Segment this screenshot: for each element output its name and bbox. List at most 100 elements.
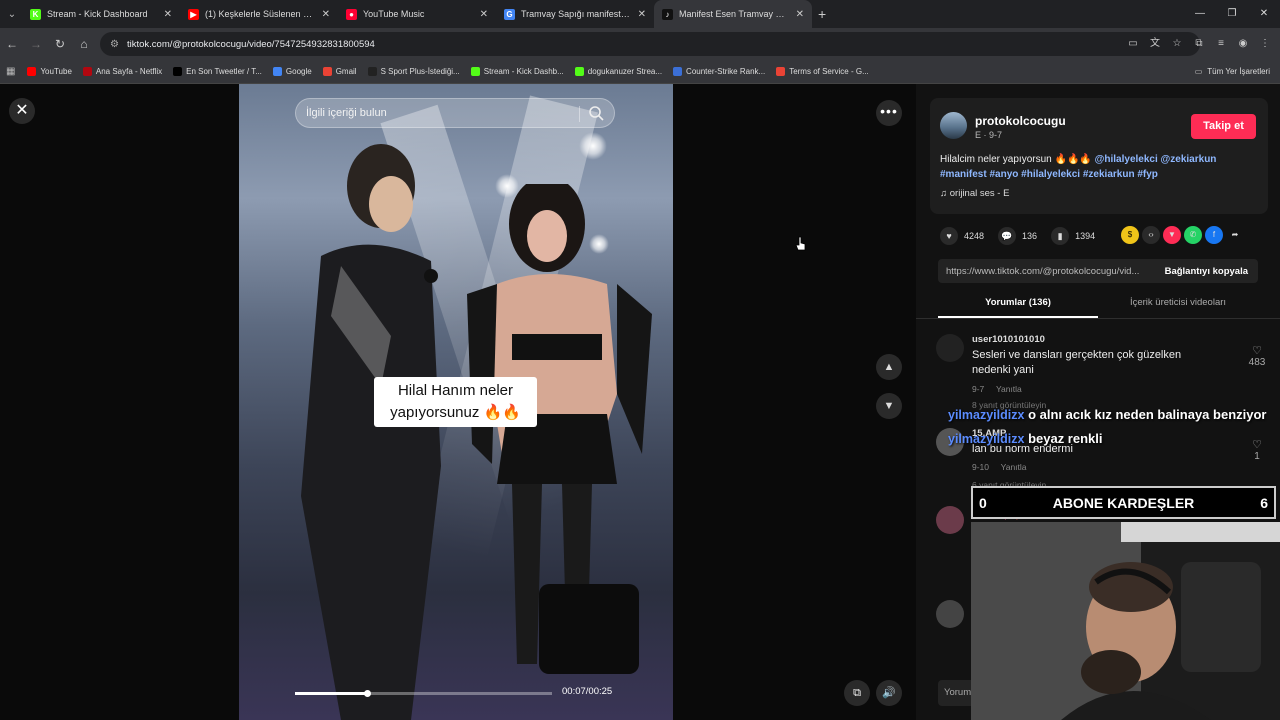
bookmark-favicon-icon <box>82 67 92 76</box>
chat-nick: yilmazyildizx <box>948 432 1025 446</box>
sound-link[interactable]: ♫ orijinal ses - E <box>940 188 1009 199</box>
close-tab-icon[interactable]: ✕ <box>322 9 330 20</box>
streamer-webcam <box>971 522 1280 720</box>
tab-favicon-icon: ▶ <box>188 8 199 20</box>
share-link[interactable]: https://www.tiktok.com/@protokolcocugu/v… <box>938 266 1155 277</box>
bookmark-item[interactable]: S Sport Plus-İstediği... <box>367 67 460 76</box>
bookmark-star-icon[interactable]: ☆ <box>1168 32 1186 56</box>
close-icon[interactable]: ✕ <box>9 98 35 124</box>
chevron-up-icon[interactable]: ▲ <box>876 354 902 380</box>
hashtags[interactable]: #manifest #anyo #hilalyelekci #zekiarkun… <box>940 169 1158 180</box>
bookmark-item[interactable]: Stream - Kick Dashb... <box>470 67 564 76</box>
facebook-icon[interactable]: f <box>1205 226 1223 244</box>
comment-text: Sesleri ve dansları gerçekten çok güzelk… <box>972 349 1182 376</box>
close-tab-icon[interactable]: ✕ <box>480 9 488 20</box>
browser-tab[interactable]: G Tramvay Sapığı manifest - Goog... ✕ <box>496 0 654 28</box>
bookmark-item[interactable]: Ana Sayfa - Netflix <box>82 67 162 76</box>
apps-icon[interactable]: ▦ <box>6 66 15 77</box>
address-bar: ← → ↻ ⌂ ⚙ tiktok.com/@protokolcocugu/vid… <box>0 28 1280 60</box>
bookmark-label: En Son Tweetler / T... <box>186 67 262 76</box>
menu-icon[interactable]: ⋮ <box>1256 32 1274 56</box>
link-row: https://www.tiktok.com/@protokolcocugu/v… <box>938 259 1258 283</box>
webcam-overlay <box>971 522 1280 720</box>
close-tab-icon[interactable]: ✕ <box>796 9 804 20</box>
tab-title: Manifest Esen Tramvay Olay... <box>679 9 790 19</box>
embed-icon[interactable]: ‹› <box>1142 226 1160 244</box>
url-text: tiktok.com/@protokolcocugu/video/7547254… <box>126 38 375 50</box>
share-arrow-icon[interactable]: ➦ <box>1226 226 1244 244</box>
bookmark-item[interactable]: Gmail <box>322 67 357 76</box>
bookmark-item[interactable]: En Son Tweetler / T... <box>173 67 262 76</box>
tab-search-icon[interactable]: ⌄ <box>2 4 22 24</box>
minimize-icon[interactable]: — <box>1184 0 1216 28</box>
like-button[interactable]: ♥ 4248 <box>940 227 984 245</box>
progress-knob[interactable] <box>363 690 371 697</box>
tab-creator-videos[interactable]: İçerik üreticisi videoları <box>1098 292 1258 318</box>
site-info-icon[interactable]: ⚙ <box>110 39 119 50</box>
reply-button[interactable]: Yanıtla <box>1001 462 1027 472</box>
new-tab-icon[interactable]: + <box>818 6 826 22</box>
bookmarks-bar: ▦ YouTube Ana Sayfa - Netflix En Son Tweet… <box>0 60 1280 84</box>
subscriber-goal-banner: 0 ABONE KARDEŞLER 6 <box>971 486 1276 519</box>
bookmark-item[interactable]: Google <box>272 67 312 76</box>
video-viewer: ✕ İlgili içeriği bulun Hilal Hanım neler… <box>0 84 916 720</box>
browser-tab[interactable]: ● YouTube Music ✕ <box>338 0 496 28</box>
close-tab-icon[interactable]: ✕ <box>638 9 646 20</box>
bookmark-item[interactable]: Terms of Service - G... <box>776 67 869 76</box>
bookmark-icon: ▮ <box>1051 227 1070 245</box>
tab-favicon-icon: ● <box>346 8 357 20</box>
comment-button[interactable]: 💬 136 <box>998 227 1037 245</box>
avatar[interactable] <box>936 334 964 362</box>
send-icon[interactable]: ▼ <box>1163 226 1181 244</box>
reload-icon[interactable]: ↻ <box>48 37 72 51</box>
close-tab-icon[interactable]: ✕ <box>164 9 172 20</box>
mentions[interactable]: @hilalyelekci @zekiarkun <box>1095 154 1217 165</box>
chat-message: yilmazyildizx o alnı acık kız neden bali… <box>948 403 1278 427</box>
reply-button[interactable]: Yanıtla <box>996 384 1022 394</box>
video-search-field[interactable]: İlgili içeriği bulun <box>295 98 615 128</box>
profile-icon[interactable]: ◉ <box>1234 32 1252 56</box>
browser-tab[interactable]: ♪ Manifest Esen Tramvay Olay... ✕ <box>654 0 812 28</box>
tab-comments[interactable]: Yorumlar (136) <box>938 292 1098 318</box>
all-bookmarks[interactable]: ▭ Tüm Yer İşaretleri <box>1195 67 1270 76</box>
save-button[interactable]: ▮ 1394 <box>1051 227 1095 245</box>
bookmark-favicon-icon <box>173 67 183 76</box>
avatar[interactable] <box>936 600 964 628</box>
follow-button[interactable]: Takip et <box>1191 114 1256 139</box>
forward-icon[interactable]: → <box>24 37 48 51</box>
volume-icon[interactable]: 🔊 <box>876 680 902 706</box>
browser-tab[interactable]: ▶ (1) Keşkelerle Süslenen Sonbaha... ✕ <box>180 0 338 28</box>
chevron-down-icon[interactable]: ▼ <box>876 393 902 419</box>
comment-like[interactable]: ♡ 483 <box>1246 344 1268 368</box>
avatar[interactable] <box>936 506 964 534</box>
comment-date: 9-7 <box>972 384 985 394</box>
url-field[interactable]: ⚙ tiktok.com/@protokolcocugu/video/75472… <box>100 32 1200 56</box>
heart-icon: ♥ <box>940 227 958 245</box>
bookmark-item[interactable]: dogukanuzer Strea... <box>574 67 662 76</box>
more-options-icon[interactable]: ••• <box>876 100 902 126</box>
coin-icon[interactable]: $ <box>1121 226 1139 244</box>
whatsapp-icon[interactable]: ✆ <box>1184 226 1202 244</box>
bookmark-item[interactable]: Counter-Strike Rank... <box>673 67 765 76</box>
bookmark-item[interactable]: YouTube <box>27 67 72 76</box>
close-window-icon[interactable]: ✕ <box>1248 0 1280 28</box>
media-icon[interactable]: ≡ <box>1212 32 1230 56</box>
copy-link-button[interactable]: Bağlantıyı kopyala <box>1155 266 1258 277</box>
back-icon[interactable]: ← <box>0 37 24 51</box>
video-progress-bar[interactable] <box>295 690 552 697</box>
performer-male <box>301 144 441 720</box>
browser-tab[interactable]: K Stream - Kick Dashboard ✕ <box>22 0 180 28</box>
comment-user[interactable]: user1010101010 <box>972 334 1045 345</box>
pip-icon[interactable]: ⧉ <box>844 680 870 706</box>
translate-icon[interactable]: 文 <box>1146 32 1164 56</box>
video-player[interactable]: İlgili içeriği bulun Hilal Hanım neler y… <box>239 84 673 720</box>
cast-icon[interactable]: ▭ <box>1124 32 1142 56</box>
search-icon[interactable] <box>588 105 604 121</box>
tab-title: Tramvay Sapığı manifest - Goog... <box>521 9 632 19</box>
author-username[interactable]: protokolcocugu <box>975 114 1066 128</box>
restore-icon[interactable]: ❐ <box>1216 0 1248 28</box>
home-icon[interactable]: ⌂ <box>72 37 96 51</box>
bookmark-label: S Sport Plus-İstediği... <box>380 67 460 76</box>
extensions-icon[interactable]: ⧉ <box>1190 32 1208 56</box>
avatar[interactable] <box>940 112 967 139</box>
